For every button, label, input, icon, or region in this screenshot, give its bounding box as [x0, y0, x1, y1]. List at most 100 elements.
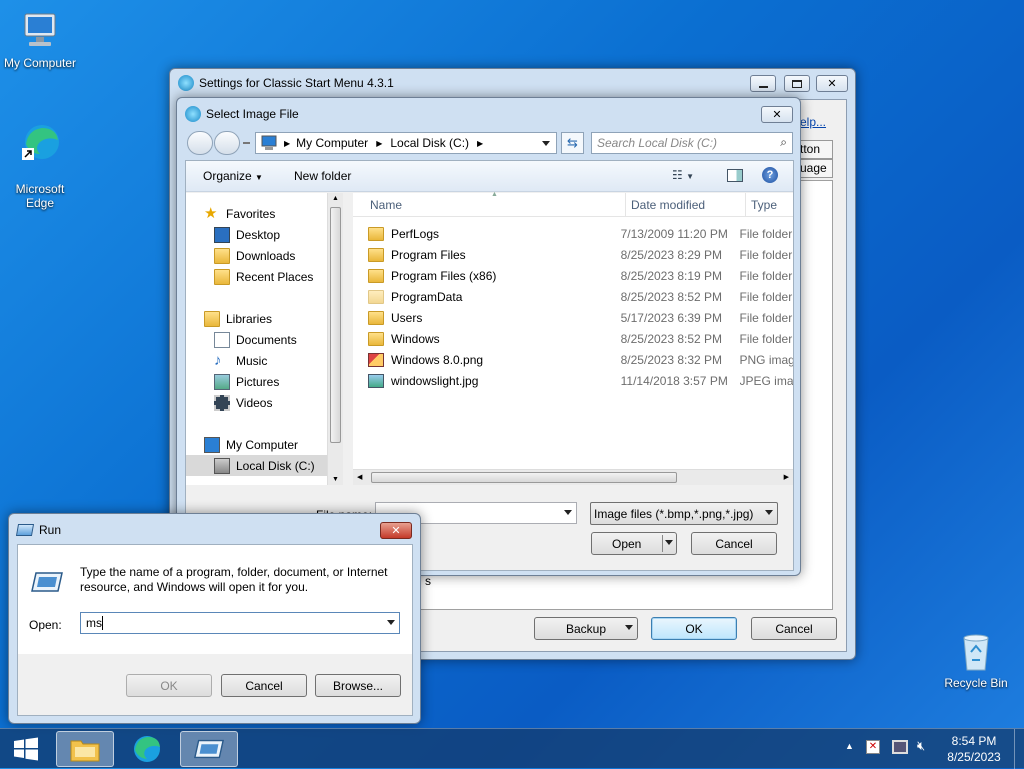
- chevron-down-icon[interactable]: [387, 620, 395, 625]
- action-center-icon[interactable]: ✕: [866, 740, 880, 754]
- button-label: Backup: [565, 621, 607, 636]
- cancel-button[interactable]: Cancel: [751, 617, 837, 640]
- view-options-icon[interactable]: ☷ ▼: [672, 168, 694, 182]
- volume-muted-icon[interactable]: 🔇︎: [917, 738, 925, 754]
- desktop-icon-recycle-bin[interactable]: Recycle Bin: [936, 630, 1016, 690]
- nav-item-pictures[interactable]: Pictures: [214, 371, 279, 392]
- nav-libraries[interactable]: Libraries: [204, 308, 272, 329]
- new-folder-button[interactable]: New folder: [294, 169, 351, 183]
- nav-item-recent-places[interactable]: Recent Places: [214, 266, 313, 287]
- address-bar[interactable]: ▶ My Computer ▶ Local Disk (C:) ▶: [255, 132, 557, 154]
- help-icon[interactable]: ?: [762, 167, 778, 183]
- file-row[interactable]: Program Files 8/25/2023 8:29 PM File folde…: [368, 244, 793, 265]
- nav-favorites[interactable]: ★ Favorites: [204, 203, 275, 224]
- file-type: File folder: [739, 226, 793, 241]
- file-row[interactable]: Windows 8/25/2023 8:52 PM File folder: [368, 328, 793, 349]
- close-icon: ✕: [391, 525, 401, 537]
- start-button[interactable]: [0, 729, 52, 769]
- back-button[interactable]: [187, 131, 213, 155]
- minimize-button[interactable]: [750, 75, 776, 92]
- column-divider[interactable]: [745, 193, 746, 217]
- chevron-down-icon[interactable]: [542, 141, 550, 146]
- file-dialog-titlebar[interactable]: Select Image File: [177, 98, 800, 130]
- dialog-app-icon: [185, 106, 201, 122]
- column-header-date[interactable]: Date modified: [631, 198, 705, 212]
- nav-item-documents[interactable]: Documents: [214, 329, 297, 350]
- desktop-icon-edge[interactable]: Microsoft Edge: [0, 108, 80, 210]
- horizontal-scroll-thumb[interactable]: [371, 472, 677, 483]
- file-row[interactable]: PerfLogs 7/13/2009 11:20 PM File folder: [368, 223, 793, 244]
- nav-item-music[interactable]: ♪ Music: [214, 350, 267, 371]
- show-hidden-icons[interactable]: ▲: [845, 741, 854, 751]
- pictures-icon: [214, 373, 230, 390]
- nav-item-videos[interactable]: Videos: [214, 392, 272, 413]
- nav-item-desktop[interactable]: Desktop: [214, 224, 280, 245]
- organize-button[interactable]: Organize ▼: [203, 169, 263, 183]
- help-link[interactable]: elp...: [800, 115, 826, 129]
- file-row[interactable]: ProgramData 8/25/2023 8:52 PM File folder: [368, 286, 793, 307]
- edge-icon: [22, 125, 59, 160]
- cancel-button[interactable]: Cancel: [221, 674, 307, 697]
- taskbar-file-explorer[interactable]: [56, 731, 114, 767]
- file-name: Program Files (x86): [391, 268, 497, 283]
- open-label: Open:: [29, 618, 62, 632]
- open-button[interactable]: Open: [591, 532, 677, 555]
- window-title: Select Image File: [206, 107, 299, 121]
- chevron-down-icon[interactable]: [665, 540, 673, 545]
- column-header-type[interactable]: Type: [751, 198, 777, 212]
- nav-item-local-disk[interactable]: Local Disk (C:): [186, 455, 327, 476]
- filetype-value: Image files (*.bmp,*.png,*.jpg): [594, 506, 754, 521]
- folder-icon: [368, 289, 384, 304]
- forward-button[interactable]: [214, 131, 240, 155]
- column-divider[interactable]: [625, 193, 626, 217]
- ok-button[interactable]: OK: [651, 617, 737, 640]
- nav-my-computer[interactable]: My Computer: [204, 434, 298, 455]
- nav-scrollbar[interactable]: ▲ ▼: [327, 193, 343, 485]
- breadcrumb-item[interactable]: Local Disk (C:): [390, 136, 469, 150]
- button-label: Cancel: [245, 678, 283, 693]
- close-button[interactable]: ✕: [761, 106, 793, 123]
- taskbar-edge[interactable]: [118, 731, 176, 767]
- file-row[interactable]: Program Files (x86) 8/25/2023 8:19 PM File…: [368, 265, 793, 286]
- backup-button[interactable]: Backup: [534, 617, 638, 640]
- desktop-icon-label: Microsoft Edge: [15, 182, 65, 210]
- breadcrumb-item[interactable]: My Computer: [296, 136, 368, 150]
- show-desktop-button[interactable]: [1014, 729, 1024, 769]
- close-button[interactable]: ✕: [816, 75, 848, 92]
- clock[interactable]: 8:54 PM 8/25/2023: [944, 733, 1004, 765]
- preview-pane-icon[interactable]: [727, 169, 743, 182]
- network-icon[interactable]: [892, 740, 908, 754]
- folder-icon: [70, 740, 100, 762]
- button-label: Organize: [203, 169, 252, 183]
- nav-scroll-thumb[interactable]: [330, 207, 341, 443]
- maximize-button[interactable]: [784, 75, 810, 92]
- history-chevron-icon[interactable]: [243, 142, 250, 144]
- search-input[interactable]: Search Local Disk (C:) ⌕: [591, 132, 793, 154]
- desktop-icon-my-computer[interactable]: My Computer: [0, 10, 80, 70]
- close-button[interactable]: ✕: [380, 522, 412, 539]
- breadcrumb-separator-icon: ▶: [477, 138, 484, 148]
- nav-item-downloads[interactable]: Downloads: [214, 245, 295, 266]
- run-open-input[interactable]: ms: [80, 612, 400, 634]
- chevron-down-icon[interactable]: [564, 510, 572, 515]
- cancel-button[interactable]: Cancel: [691, 532, 777, 555]
- toolbar: Organize ▼ New folder ☷ ▼ ?: [186, 161, 793, 192]
- filetype-select[interactable]: Image files (*.bmp,*.png,*.jpg): [590, 502, 778, 525]
- file-row[interactable]: windowslight.jpg 11/14/2018 3:57 PM JPEG i…: [368, 370, 793, 391]
- column-header-name[interactable]: Name: [370, 198, 402, 212]
- run-titlebar[interactable]: Run: [9, 514, 420, 546]
- settings-app-icon: [178, 75, 194, 91]
- settings-partial-text: s: [425, 574, 431, 588]
- breadcrumb-separator-icon: ▶: [376, 138, 383, 148]
- horizontal-scrollbar[interactable]: ◀ ▶: [353, 469, 793, 485]
- taskbar-run[interactable]: [180, 731, 238, 767]
- refresh-button[interactable]: ⇆: [561, 132, 584, 154]
- file-date: 8/25/2023 8:32 PM: [620, 352, 723, 367]
- tab-label: tton: [800, 142, 821, 156]
- browse-button[interactable]: Browse...: [315, 674, 401, 697]
- computer-icon: [24, 13, 56, 46]
- file-row[interactable]: Users 5/17/2023 6:39 PM File folder: [368, 307, 793, 328]
- file-row[interactable]: Windows 8.0.png 8/25/2023 8:32 PM PNG imag…: [368, 349, 793, 370]
- file-name: windowslight.jpg: [391, 373, 479, 388]
- ok-button[interactable]: OK: [126, 674, 212, 697]
